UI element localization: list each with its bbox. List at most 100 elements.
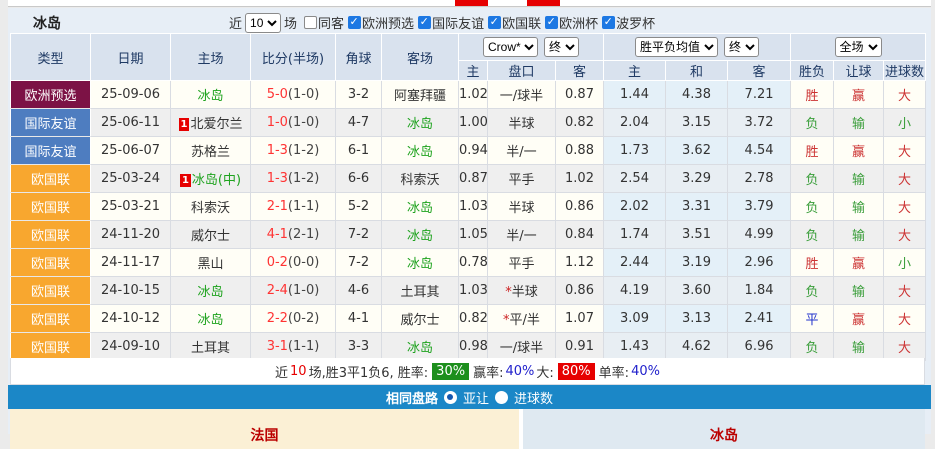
right-team-title: 冰岛: [710, 428, 738, 444]
odds-group-header: Crow* 终: [457, 33, 605, 61]
games-count-select[interactable]: 10: [245, 12, 282, 33]
cell-result-handicap: 赢: [833, 248, 885, 277]
handicap-value: 半球: [508, 117, 535, 132]
away-team-name: 冰岛: [406, 201, 433, 216]
cell-corners: 4-6: [335, 276, 382, 305]
radio-label[interactable]: 进球数: [514, 388, 553, 407]
cell-avg-home: 1.73: [603, 136, 667, 165]
unchecked-checkbox-icon[interactable]: [304, 16, 318, 29]
cell-away-team: 冰岛: [381, 220, 459, 249]
home-team-name: 冰岛: [197, 313, 224, 328]
cell-handicap: *平手: [487, 248, 556, 277]
avg-group-header: 胜平负均值终: [603, 33, 792, 61]
home-team-name: 北爱尔兰: [190, 117, 243, 132]
checked-checkbox-icon[interactable]: [545, 15, 559, 29]
cell-score: 2-2(0-2): [250, 304, 336, 333]
col-home: 主场: [170, 33, 251, 81]
cell-competition-type: 欧国联: [10, 332, 91, 361]
cell-avg-home: 3.09: [603, 304, 667, 333]
cell-handicap: *平/半: [487, 304, 556, 333]
cell-away-team: 威尔士: [381, 304, 459, 333]
cell-away-team: 冰岛: [381, 332, 459, 361]
cell-odds-home: 0.78: [458, 248, 488, 277]
selected-radio-icon[interactable]: [443, 390, 457, 404]
record-summary: 近 10 场,胜3平1负6, 胜率: 30% 赢率: 40% 大: 80% 单率: 40%: [10, 358, 925, 385]
cell-score: 5-0(1-0): [250, 80, 336, 109]
full-time-score: 2-1: [266, 199, 288, 214]
col-type: 类型: [10, 33, 91, 81]
cell-away-team: 冰岛: [381, 248, 459, 277]
competition-filter-欧国联[interactable]: 欧国联: [488, 13, 541, 32]
cell-away-team: 冰岛: [381, 108, 459, 137]
home-team-name: 冰岛(中): [191, 173, 242, 188]
odds-final-select[interactable]: 终: [544, 37, 579, 57]
handicap-value: 一/球半: [499, 89, 544, 104]
radio-label[interactable]: 亚让: [463, 388, 489, 407]
unselected-radio-icon[interactable]: [495, 390, 508, 404]
cell-competition-type: 国际友谊: [10, 108, 91, 137]
over-rate-badge: 80%: [557, 362, 595, 380]
checked-checkbox-icon[interactable]: [488, 15, 502, 29]
cell-score: 1-3(1-2): [250, 164, 336, 193]
competition-filter-欧洲杯[interactable]: 欧洲杯: [545, 13, 598, 32]
right-team-panel: 冰岛: [523, 409, 925, 449]
away-team-name: 阿塞拜疆: [393, 89, 446, 104]
away-team-name: 冰岛: [406, 145, 433, 160]
checked-checkbox-icon[interactable]: [348, 15, 362, 29]
cell-score: 0-2(0-0): [250, 248, 336, 277]
cell-away-team: 阿塞拜疆: [381, 80, 459, 109]
cell-away-team: 科索沃: [381, 164, 459, 193]
away-team-name: 冰岛: [406, 257, 433, 272]
competition-filter-欧洲预选[interactable]: 欧洲预选: [348, 13, 414, 32]
cell-avg-draw: 3.51: [665, 220, 729, 249]
home-team-name: 冰岛: [197, 89, 224, 104]
checked-checkbox-icon[interactable]: [418, 15, 432, 29]
handicap-value: 半球: [508, 201, 535, 216]
cell-competition-type: 欧国联: [10, 164, 91, 193]
full-time-score: 1-0: [266, 115, 288, 130]
col-handicap-result: 让球: [833, 60, 885, 81]
competition-filter-同客[interactable]: 同客: [304, 13, 344, 32]
scope-select[interactable]: 全场: [834, 37, 882, 57]
handicap-value: 平手: [508, 173, 535, 188]
cell-result-goals: 大: [883, 332, 927, 361]
handicap-value: 半/一: [506, 145, 537, 160]
cell-competition-type: 欧洲预选: [10, 80, 91, 109]
cell-avg-home: 1.44: [603, 80, 667, 109]
match-row: 欧国联 24-09-10 1土耳其 3-1(1-1) 3-3 冰岛 0.98 *…: [10, 332, 927, 361]
full-time-score: 2-2: [266, 311, 288, 326]
cell-odds-away: 0.86: [554, 276, 605, 305]
competition-filter-国际友谊[interactable]: 国际友谊: [418, 13, 484, 32]
cell-handicap: *平手: [487, 164, 556, 193]
cell-result-wdl: 胜: [790, 136, 835, 165]
cell-avg-away: 3.72: [727, 108, 792, 137]
rank-1-badge: 1: [179, 174, 191, 187]
checked-checkbox-icon[interactable]: [602, 15, 616, 29]
odds-source-select[interactable]: Crow*: [483, 37, 538, 57]
away-team-name: 冰岛: [406, 117, 433, 132]
cell-avg-draw: 3.31: [665, 192, 729, 221]
cell-away-team: 土耳其: [381, 276, 459, 305]
col-avg-draw: 和: [665, 60, 729, 81]
cell-odds-away: 1.07: [554, 304, 605, 333]
home-team-name: 威尔士: [190, 229, 230, 244]
cell-avg-away: 2.96: [727, 248, 792, 277]
clipped-red-badge: [455, 0, 488, 6]
cell-date: 25-03-24: [90, 164, 171, 193]
cell-odds-away: 1.12: [554, 248, 605, 277]
competition-filter-波罗杯[interactable]: 波罗杯: [602, 13, 655, 32]
cell-home-team: 1冰岛: [170, 304, 251, 333]
col-odds-home: 主: [458, 60, 488, 81]
cell-odds-home: 0.87: [458, 164, 488, 193]
half-time-score: (0-0): [287, 255, 320, 270]
handicap-value: 平手: [508, 257, 535, 272]
cell-avg-draw: 3.60: [665, 276, 729, 305]
avg-final-select[interactable]: 终: [724, 37, 760, 57]
cell-result-wdl: 胜: [790, 248, 835, 277]
cell-handicap: *半球: [487, 108, 556, 137]
cell-avg-away: 6.96: [727, 332, 792, 361]
avg-type-select[interactable]: 胜平负均值: [635, 37, 719, 57]
cell-date: 24-11-20: [90, 220, 171, 249]
cell-home-team: 1 冰岛(中): [170, 164, 251, 193]
summary-rate: 40%: [505, 363, 535, 379]
